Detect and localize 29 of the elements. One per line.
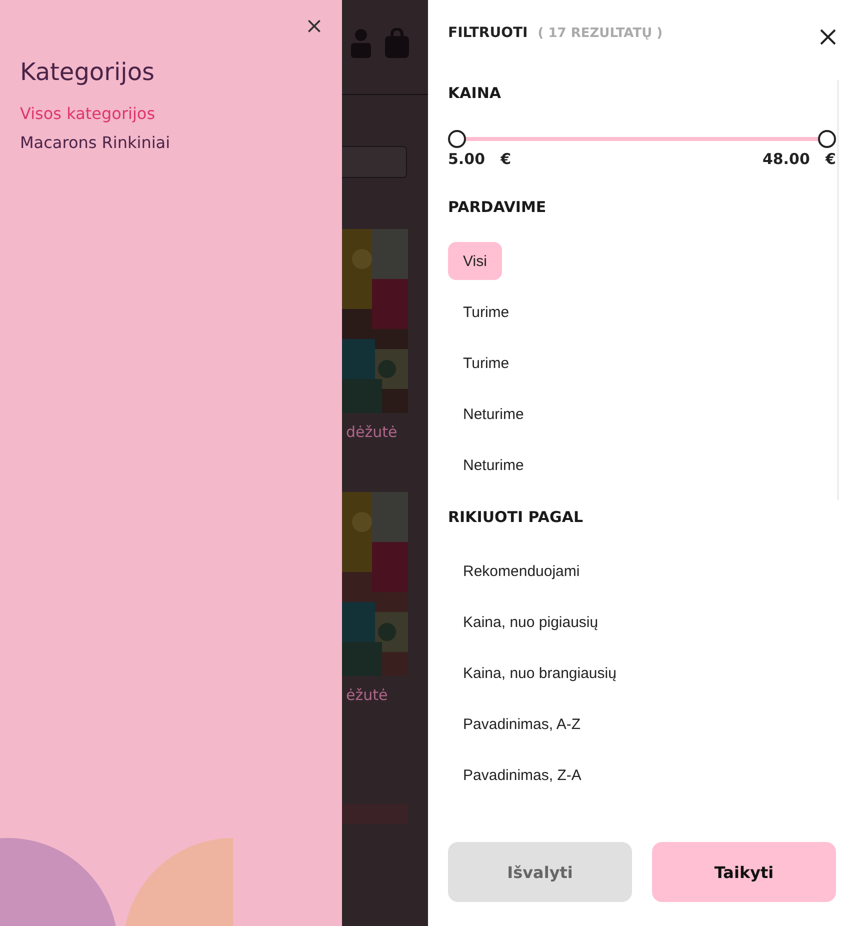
sort-option[interactable]: Kaina, nuo brangiausių [448,654,632,692]
filter-option[interactable]: Turime [448,344,524,382]
filter-option[interactable]: Neturime [448,395,539,433]
sort-option[interactable]: Pavadinimas, A-Z [448,705,596,743]
max-price: 48.00 € [762,150,836,168]
category-link[interactable]: Macarons Rinkiniai [20,133,170,152]
close-icon[interactable] [820,29,836,45]
panel-title: FILTRUOTI [448,25,528,41]
sort-option[interactable]: Pavadinimas, Z-A [448,756,596,794]
sort-option[interactable]: Kaina, nuo pigiausių [448,603,614,641]
drawer-title: Kategorijos [20,58,155,86]
product-name[interactable]: dėžutė [342,423,398,441]
slider-thumb[interactable] [818,130,836,148]
filter-option[interactable]: Turime [448,293,524,331]
search-field[interactable] [342,146,407,178]
product-name[interactable]: ėžutė [342,686,388,704]
filter-option[interactable]: Visi [448,242,502,280]
section-heading: PARDAVIME [448,198,548,216]
section-heading: KAINA [448,84,502,102]
action-button[interactable]: Išvalyti [448,842,632,902]
section-heading: RIKIUOTI PAGAL [448,508,584,526]
result-count: ( 17 REZULTATŲ ) [538,26,663,40]
min-price: 5.00 € [448,150,512,168]
sort-option[interactable]: Rekomenduojami [448,552,595,590]
action-button[interactable]: Taikyti [652,842,836,902]
price-range-slider[interactable] [448,130,836,148]
filter-option[interactable]: Neturime [448,446,539,484]
close-button[interactable]: × [305,16,324,38]
slider-thumb[interactable] [448,130,466,148]
